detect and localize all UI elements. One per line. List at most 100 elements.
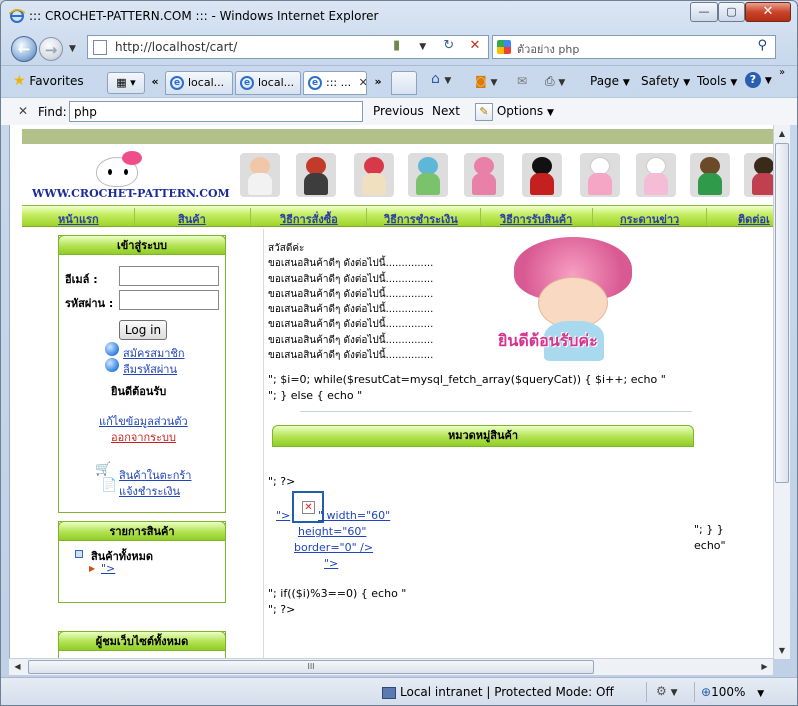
scroll-down-arrow-icon[interactable]: ▼ [774, 642, 790, 659]
protected-mode-icon[interactable]: ⚙ ▼ [656, 684, 678, 698]
doll-thumbnail[interactable] [408, 153, 448, 197]
intro-line: ขอเสนอสินค้าดีๆ ดังต่อไปนี้.............… [268, 258, 434, 270]
page-menu[interactable]: Page ▼ [590, 74, 630, 88]
nav-how-to-order[interactable]: วิธีการสั่งซื้อ [280, 210, 338, 228]
tab-close-icon[interactable]: ✕ [359, 76, 366, 89]
feeds-icon[interactable]: ◙ ▼ [475, 74, 497, 88]
doll-thumbnail[interactable] [636, 153, 676, 197]
vertical-scrollbar[interactable]: ▲ ▼ [773, 125, 790, 659]
maximize-button[interactable]: ▢ [718, 2, 745, 22]
horizontal-scroll-thumb[interactable]: III [28, 660, 594, 674]
product-item-link[interactable]: "> [101, 562, 115, 575]
doll-thumbnail[interactable] [690, 153, 730, 197]
zoom-control[interactable]: ⊕100% ▼ [701, 685, 764, 699]
tab-1[interactable]: e local... [165, 71, 233, 95]
doll-thumbnail[interactable] [522, 153, 562, 197]
scroll-left-arrow-icon[interactable]: ◀ [9, 659, 26, 675]
address-field[interactable]: http://localhost/cart/ ▮ ▼ ↻ ✕ [87, 35, 489, 59]
help-icon: ? [745, 72, 761, 88]
site-logo[interactable]: WWW.CROCHET-PATTERN.COM [30, 151, 230, 203]
product-link[interactable]: "> [324, 557, 338, 570]
help-menu[interactable]: ? ▼ [745, 72, 772, 88]
nav-webboard[interactable]: กระดานข่าว [620, 210, 679, 228]
zoom-icon: ⊕ [701, 685, 712, 699]
tab-2[interactable]: e local... [235, 71, 301, 95]
email-input[interactable] [119, 266, 219, 286]
doll-thumbnail[interactable] [580, 153, 620, 197]
back-button[interactable]: ← [11, 36, 37, 62]
forgot-password-link[interactable]: ลืมรหัสผ่าน [123, 360, 177, 378]
intro-line: ขอเสนอสินค้าดีๆ ดังต่อไปนี้.............… [268, 350, 434, 362]
tools-menu[interactable]: Tools ▼ [697, 74, 737, 88]
stop-button[interactable]: ✕ [464, 38, 486, 53]
doll-thumbnail[interactable] [296, 153, 336, 197]
url-text[interactable]: http://localhost/cart/ [115, 40, 237, 54]
php-code-text: "; } else { echo " [268, 389, 363, 402]
tab-3-active[interactable]: e::: ... ✕ [303, 71, 367, 95]
vertical-scroll-thumb[interactable] [775, 143, 789, 483]
mail-icon[interactable]: ✉ [517, 74, 527, 88]
document-icon: 📄 [101, 478, 118, 493]
doll-thumbnail[interactable] [744, 153, 773, 197]
find-label: Find: [38, 105, 67, 119]
find-next-button[interactable]: Next [432, 104, 460, 118]
product-list-title: รายการสินค้า [58, 521, 226, 541]
product-list-box: รายการสินค้า สินค้าทั้งหมด ▶ "> [58, 521, 226, 603]
login-button[interactable]: Log in [119, 320, 167, 340]
history-dropdown-icon[interactable]: ▼ [69, 44, 76, 54]
img-attr-text[interactable]: border="0" /> [294, 541, 373, 554]
forward-button[interactable]: → [39, 37, 63, 61]
product-image-link[interactable]: "> [276, 509, 290, 522]
favorites-button[interactable]: ★ Favorites [13, 73, 84, 89]
intro-line: ขอเสนอสินค้าดีๆ ดังต่อไปนี้.............… [268, 319, 434, 331]
quick-tabs-button[interactable]: ▦ ▾ [107, 72, 145, 94]
tab-label: local... [258, 76, 295, 89]
scroll-up-arrow-icon[interactable]: ▲ [774, 125, 790, 142]
find-input[interactable]: php [69, 101, 363, 122]
nav-home[interactable]: หน้าแรก [58, 210, 99, 228]
home-icon[interactable]: ⌂ ▼ [431, 71, 451, 87]
nav-contact[interactable]: ติดต่อเ [738, 210, 770, 228]
minimize-button[interactable]: — [690, 2, 718, 22]
search-field[interactable]: ตัวอย่าง php ⚲ [492, 35, 776, 59]
more-commands-icon[interactable]: » [779, 67, 785, 78]
payment-notify-link[interactable]: แจ้งชำระเงิน [119, 482, 180, 500]
tabs-scroll-left-button[interactable]: « [147, 72, 163, 94]
intro-line: ขอเสนอสินค้าดีๆ ดังต่อไปนี้.............… [268, 288, 434, 300]
welcome-text: ยินดีต้อนรับ [111, 385, 167, 398]
status-bar: Local intranet | Protected Mode: Off ⚙ ▼… [1, 677, 797, 705]
img-attr-text[interactable]: " width="60" [318, 509, 390, 522]
doll-thumbnail[interactable] [464, 153, 504, 197]
nav-payment[interactable]: วิธีการชำระเงิน [384, 210, 458, 228]
tabs-scroll-right-button[interactable]: » [369, 72, 387, 94]
close-window-button[interactable]: ✕ [745, 2, 791, 22]
nav-products[interactable]: สินค้า [178, 210, 206, 228]
scroll-right-arrow-icon[interactable]: ▶ [756, 659, 773, 675]
new-tab-button[interactable] [391, 71, 417, 95]
doll-thumbnail[interactable] [240, 153, 280, 197]
close-find-button[interactable]: ✕ [18, 104, 28, 118]
logout-link[interactable]: ออกจากระบบ [111, 428, 176, 446]
compat-view-icon[interactable]: ▮ [386, 38, 408, 53]
find-options-button[interactable]: ✎ Options ▼ [475, 101, 554, 122]
search-icon[interactable]: ⚲ [757, 38, 767, 53]
login-title: เข้าสู่ระบบ [58, 235, 226, 255]
search-text[interactable]: ตัวอย่าง php [517, 40, 579, 58]
img-attr-text[interactable]: height="60" [298, 525, 366, 538]
divider [300, 411, 692, 412]
print-icon[interactable]: ⎙ ▼ [545, 74, 565, 89]
zone-text: Local intranet | Protected Mode: Off [400, 685, 614, 699]
safety-menu-label: Safety [641, 74, 680, 88]
find-previous-button[interactable]: Previous [373, 104, 424, 118]
refresh-button[interactable]: ↻ [438, 38, 460, 53]
security-zone[interactable]: Local intranet | Protected Mode: Off [382, 685, 614, 699]
horizontal-scrollbar[interactable]: ◀ III ▶ [9, 658, 773, 675]
doll-thumbnail[interactable] [354, 153, 394, 197]
password-input[interactable] [119, 290, 219, 310]
dropdown-icon[interactable]: ▼ [412, 42, 434, 52]
safety-menu[interactable]: Safety ▼ [641, 74, 690, 88]
highlight-icon[interactable]: ✎ [475, 102, 493, 121]
php-code-text: "; $i=0; while($resutCat=mysql_fetch_arr… [268, 373, 666, 386]
nav-delivery[interactable]: วิธีการรับสินค้า [500, 210, 572, 228]
page-menu-label: Page [590, 74, 620, 88]
